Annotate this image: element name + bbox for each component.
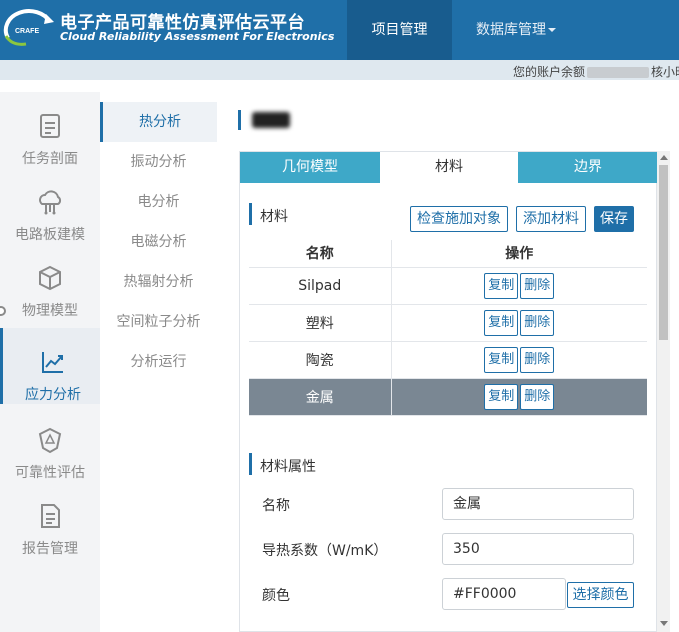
materials-table: 名称 操作 Silpad 复制 删除 塑料 复制 删除 陶瓷 复制 删除 金属 复制删… bbox=[249, 240, 647, 416]
submenu-label: 振动分析 bbox=[130, 154, 187, 170]
document-icon bbox=[41, 504, 60, 528]
material-properties-title: 材料属性 bbox=[260, 459, 316, 475]
table-row[interactable]: 陶瓷 复制 删除 bbox=[249, 341, 647, 379]
panel-tabs: 几何模型 材料 边界 bbox=[240, 152, 658, 183]
color-field[interactable]: #FF0000 bbox=[442, 578, 566, 610]
sidebar-item-label: 电路板建模 bbox=[15, 227, 85, 243]
panel-scrollbar[interactable] bbox=[657, 151, 670, 632]
delete-button[interactable]: 删除 bbox=[520, 309, 555, 336]
sidebar-item-label: 应力分析 bbox=[25, 387, 81, 403]
main-sidebar: 任务剖面 电路板建模 物理模型 应力分析 可靠性评估 报告管理 bbox=[0, 92, 100, 632]
nav-database-management[interactable]: 数据库管理 bbox=[466, 0, 566, 60]
check-applied-objects-button[interactable]: 检查施加对象 bbox=[410, 206, 508, 232]
tab-material[interactable]: 材料 bbox=[380, 152, 518, 183]
copy-button[interactable]: 复制 bbox=[484, 309, 519, 336]
cube-icon bbox=[39, 265, 61, 291]
sidebar-item-stress-analysis[interactable]: 应力分析 bbox=[0, 328, 100, 404]
submenu-label: 热分析 bbox=[139, 114, 181, 130]
chevron-down-icon bbox=[548, 28, 556, 32]
row-actions: 复制 删除 bbox=[391, 341, 647, 379]
name-field[interactable]: 金属 bbox=[442, 488, 634, 520]
sidebar-item-label: 物理模型 bbox=[22, 303, 78, 319]
submenu-label: 热辐射分析 bbox=[123, 274, 194, 290]
row-actions: 复制 删除 bbox=[391, 267, 647, 305]
tab-boundary[interactable]: 边界 bbox=[518, 152, 658, 183]
logo-text: CRAFE bbox=[15, 28, 39, 35]
sidebar-item-label: 任务剖面 bbox=[22, 151, 78, 167]
delete-button[interactable]: 删除 bbox=[520, 272, 555, 299]
material-name: 陶瓷 bbox=[249, 341, 392, 379]
balance-prefix: 您的账户余额 bbox=[513, 65, 586, 79]
clipboard-icon bbox=[40, 114, 60, 138]
section-marker bbox=[249, 453, 252, 475]
name-field-label: 名称 bbox=[262, 498, 290, 514]
tab-label: 几何模型 bbox=[282, 159, 338, 175]
line-chart-icon bbox=[42, 352, 63, 373]
scroll-up-arrow-icon[interactable] bbox=[660, 155, 668, 160]
submenu-label: 电分析 bbox=[137, 194, 180, 210]
page-title-marker bbox=[238, 110, 241, 130]
submenu-vibration-analysis[interactable]: 振动分析 bbox=[100, 142, 217, 182]
crafe-logo: CRAFE bbox=[3, 9, 54, 46]
table-header-row: 名称 操作 bbox=[249, 240, 647, 268]
conductivity-field-label: 导热系数（W/mK） bbox=[262, 543, 388, 559]
redacted-balance bbox=[587, 67, 650, 78]
sidebar-item-physical-model[interactable]: 物理模型 bbox=[0, 244, 100, 320]
copy-button[interactable]: 复制 bbox=[484, 383, 519, 410]
submenu-label: 分析运行 bbox=[130, 354, 187, 370]
sidebar-item-reliability-assessment[interactable]: 可靠性评估 bbox=[0, 406, 100, 482]
column-header-name: 名称 bbox=[249, 240, 392, 268]
submenu-thermal-radiation-analysis[interactable]: 热辐射分析 bbox=[100, 262, 217, 302]
materials-section-title: 材料 bbox=[260, 209, 288, 225]
submenu-label: 电磁分析 bbox=[130, 234, 187, 250]
brand-subtitle: Cloud Reliability Assessment For Electro… bbox=[60, 30, 335, 43]
sidebar-item-pcb-modeling[interactable]: 电路板建模 bbox=[0, 168, 100, 244]
sidebar-item-label: 报告管理 bbox=[22, 541, 78, 557]
circuit-cloud-icon bbox=[39, 190, 62, 215]
top-header: CRAFE 电子产品可靠性仿真评估云平台 Cloud Reliability A… bbox=[0, 0, 679, 60]
add-material-button[interactable]: 添加材料 bbox=[516, 206, 586, 232]
redacted-page-title bbox=[252, 112, 290, 128]
table-row-selected[interactable]: 金属 复制 删除 bbox=[249, 378, 647, 416]
material-name: 金属 bbox=[249, 378, 392, 416]
table-row[interactable]: Silpad 复制 删除 bbox=[249, 267, 647, 305]
account-notice-bar: 您的账户余额 核小时 bbox=[0, 60, 679, 80]
scroll-down-arrow-icon[interactable] bbox=[660, 621, 668, 626]
analysis-submenu: 热分析 振动分析 电分析 电磁分析 热辐射分析 空间粒子分析 分析运行 bbox=[100, 92, 217, 632]
column-header-actions: 操作 bbox=[391, 240, 647, 268]
shield-icon bbox=[38, 427, 62, 454]
color-field-label: 颜色 bbox=[262, 588, 290, 604]
row-actions: 复制 删除 bbox=[391, 378, 647, 416]
table-row[interactable]: 塑料 复制 删除 bbox=[249, 304, 647, 342]
tab-label: 材料 bbox=[435, 159, 463, 175]
material-name: 塑料 bbox=[249, 304, 392, 342]
delete-button[interactable]: 删除 bbox=[520, 346, 555, 373]
nav-database-management-label: 数据库管理 bbox=[476, 22, 546, 38]
submenu-analysis-run[interactable]: 分析运行 bbox=[100, 342, 217, 382]
scroll-thumb[interactable] bbox=[659, 165, 668, 340]
conductivity-field[interactable]: 350 bbox=[442, 533, 634, 565]
row-actions: 复制 删除 bbox=[391, 304, 647, 342]
save-button[interactable]: 保存 bbox=[594, 206, 634, 232]
submenu-space-particle-analysis[interactable]: 空间粒子分析 bbox=[100, 302, 217, 342]
account-balance-text: 您的账户余额 核小时 bbox=[513, 63, 679, 80]
delete-button[interactable]: 删除 bbox=[520, 383, 555, 410]
choose-color-button[interactable]: 选择颜色 bbox=[567, 582, 634, 608]
copy-button[interactable]: 复制 bbox=[484, 272, 519, 299]
sidebar-item-label: 可靠性评估 bbox=[15, 465, 85, 481]
copy-button[interactable]: 复制 bbox=[484, 346, 519, 373]
material-name: Silpad bbox=[249, 267, 392, 305]
submenu-thermal-analysis[interactable]: 热分析 bbox=[100, 102, 217, 142]
tab-label: 边界 bbox=[574, 159, 602, 175]
nav-project-management[interactable]: 项目管理 bbox=[347, 0, 452, 60]
tab-geometry-model[interactable]: 几何模型 bbox=[240, 152, 380, 183]
submenu-electromagnetic-analysis[interactable]: 电磁分析 bbox=[100, 222, 217, 262]
sidebar-item-report-management[interactable]: 报告管理 bbox=[0, 482, 100, 558]
sidebar-item-mission-profile[interactable]: 任务剖面 bbox=[0, 92, 100, 168]
submenu-label: 空间粒子分析 bbox=[116, 314, 201, 330]
balance-suffix: 核小时 bbox=[651, 65, 679, 79]
section-marker bbox=[249, 203, 252, 225]
nav-project-management-label: 项目管理 bbox=[371, 22, 428, 38]
submenu-electrical-analysis[interactable]: 电分析 bbox=[100, 182, 217, 222]
